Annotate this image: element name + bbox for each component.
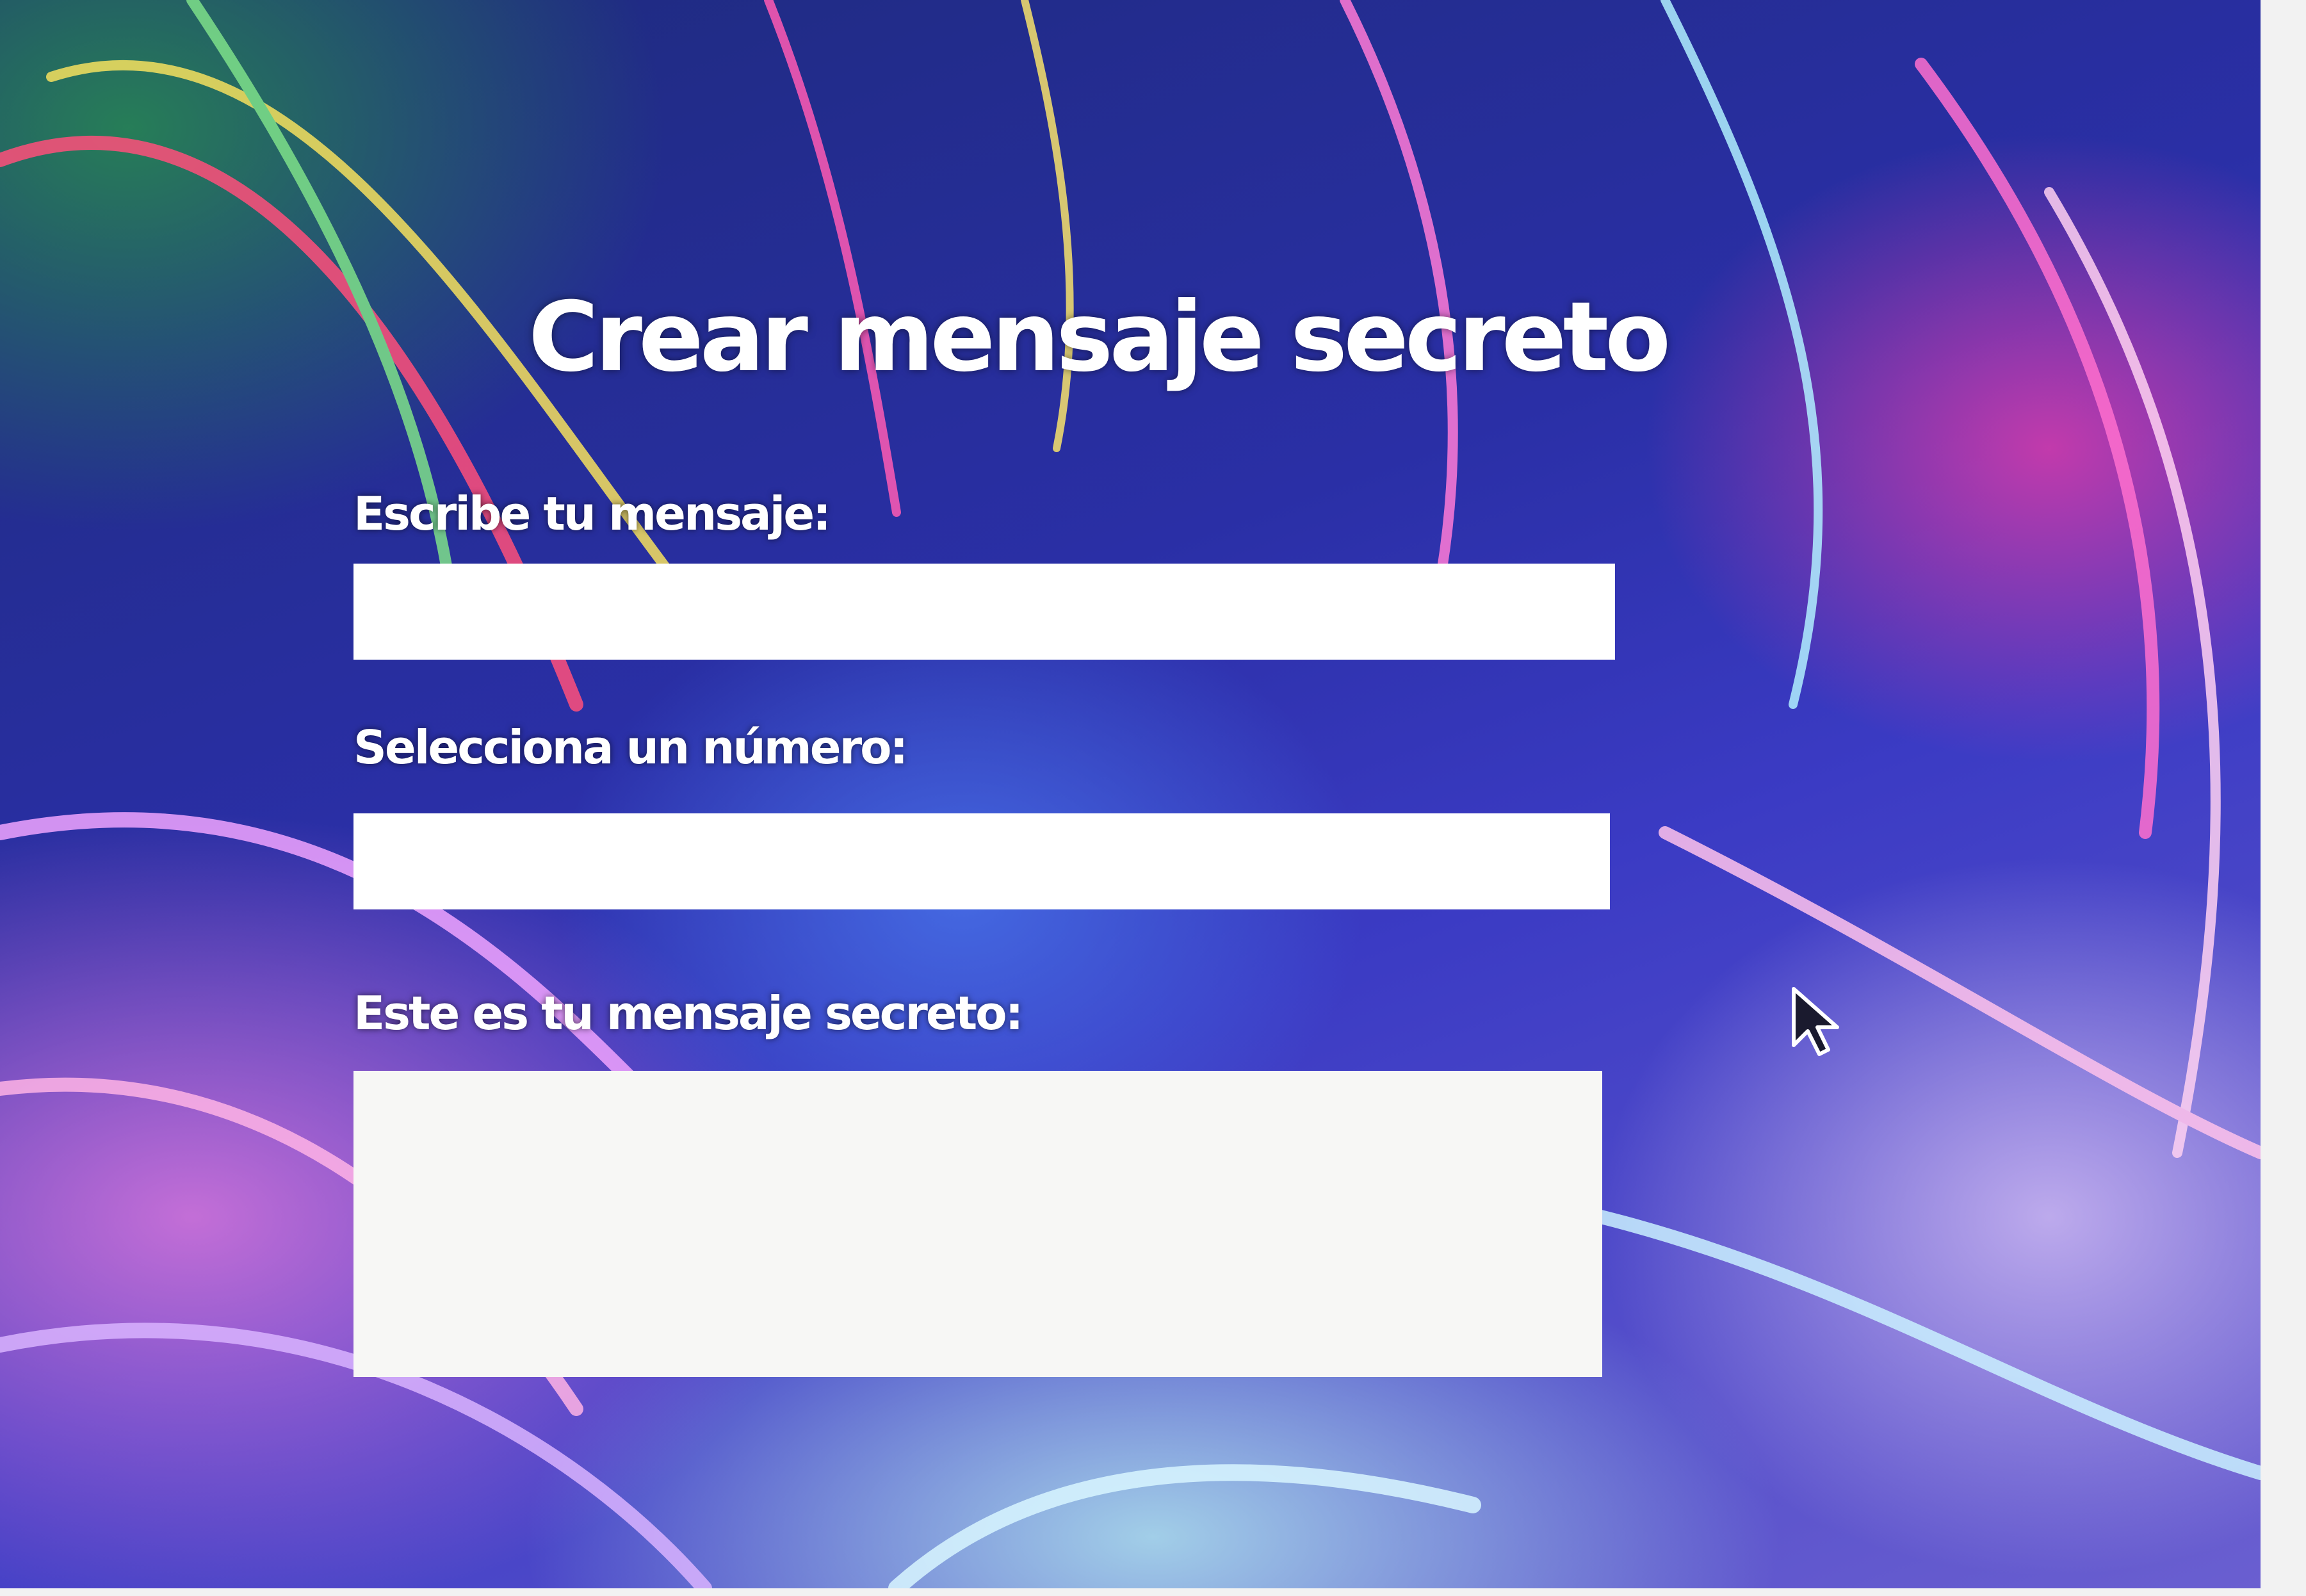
secret-message-output[interactable] [353, 1071, 1602, 1377]
mouse-pointer-icon [1792, 987, 1839, 1056]
number-input[interactable] [353, 813, 1610, 909]
message-input[interactable] [353, 564, 1615, 660]
page-title: Crear mensaje secreto [528, 282, 1671, 393]
number-label: Selecciona un número: [353, 721, 908, 774]
message-label: Escribe tu mensaje: [353, 487, 831, 541]
secret-message-label: Este es tu mensaje secreto: [353, 986, 1023, 1040]
app-screen: Crear mensaje secreto Escribe tu mensaje… [0, 0, 2261, 1588]
